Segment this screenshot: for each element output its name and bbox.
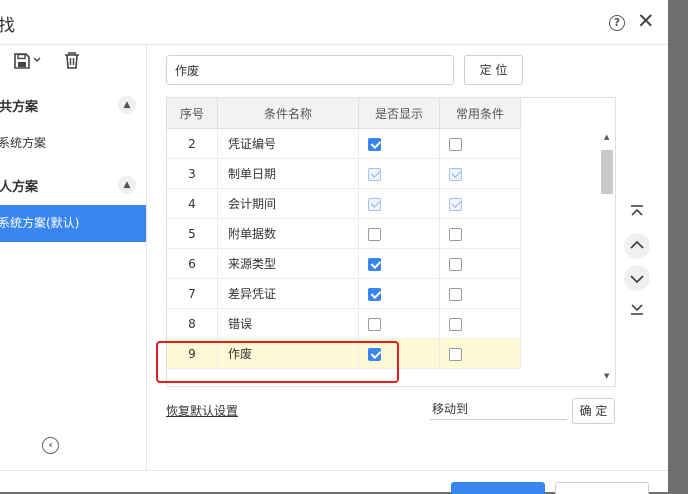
save-icon[interactable]	[14, 53, 30, 72]
scheme-item-label: 系统方案(默认)	[0, 216, 80, 230]
table-row[interactable]: 9 作废	[167, 338, 521, 369]
common-checkbox[interactable]	[449, 317, 462, 331]
show-cell	[358, 188, 440, 219]
footer-primary-button[interactable]	[451, 482, 545, 494]
scroll-down-icon[interactable]: ▼	[604, 372, 609, 380]
table-row[interactable]: 8 错误	[167, 308, 521, 339]
scheme-toolbar	[0, 45, 146, 79]
common-checkbox[interactable]	[449, 347, 462, 361]
common-cell	[439, 218, 521, 249]
common-checkbox[interactable]	[449, 287, 462, 301]
condition-grid: 序号 条件名称 是否显示 常用条件 2 凭证编号 3 制单日期 4 会计期间 5 附单据数 6 来…	[166, 97, 616, 387]
table-row[interactable]: 5 附单据数	[167, 218, 521, 249]
group-header-public[interactable]: 共方案 ▲	[0, 85, 146, 125]
common-cell	[439, 308, 521, 339]
show-cell	[358, 128, 440, 159]
show-cell	[358, 158, 440, 189]
table-row[interactable]: 6 来源类型	[167, 248, 521, 279]
column-header: 条件名称	[217, 98, 359, 129]
dialog-title: 找	[0, 16, 15, 36]
chevron-up-icon[interactable]: ▲	[118, 176, 136, 194]
table-row[interactable]: 3 制单日期	[167, 158, 521, 189]
scheme-item-system-default[interactable]: 系统方案(默认)	[0, 205, 146, 242]
footer-secondary-button[interactable]	[555, 482, 649, 494]
restore-default-link[interactable]: 恢复默认设置	[166, 402, 238, 419]
condition-name-cell: 凭证编号	[217, 128, 359, 159]
group-label: 共方案	[0, 100, 39, 115]
move-to-input[interactable]	[430, 398, 567, 420]
move-to-top-icon[interactable]	[624, 202, 650, 228]
chevron-down-icon[interactable]	[33, 54, 41, 67]
common-cell	[439, 278, 521, 309]
show-checkbox	[368, 197, 381, 211]
show-checkbox[interactable]	[368, 317, 381, 331]
table-row[interactable]: 4 会计期间	[167, 188, 521, 219]
common-checkbox[interactable]	[449, 257, 462, 271]
move-down-icon[interactable]	[624, 265, 650, 291]
condition-name-cell: 错误	[217, 308, 359, 339]
scroll-up-icon[interactable]: ▲	[604, 133, 609, 141]
row-index-cell: 8	[167, 308, 218, 339]
common-cell	[439, 158, 521, 189]
common-checkbox[interactable]	[449, 227, 462, 241]
column-header: 是否显示	[358, 98, 440, 129]
close-icon[interactable]: ✕	[637, 10, 655, 32]
scheme-item-system[interactable]: 系统方案	[0, 125, 146, 162]
common-checkbox	[449, 197, 462, 211]
chevron-left-circle-icon[interactable]: ‹	[42, 437, 59, 454]
scheme-dialog: 找 ? ✕ 共方案 ▲ 系统方案 人方案 ▲ 系统方案(默认) ‹ 作废 定 位…	[0, 0, 668, 494]
scrollbar-thumb[interactable]	[601, 150, 613, 194]
condition-name-cell: 附单据数	[217, 218, 359, 249]
grid-header-row: 序号 条件名称 是否显示 常用条件	[167, 98, 521, 129]
table-row[interactable]: 7 差异凭证	[167, 278, 521, 309]
group-label: 人方案	[0, 180, 39, 195]
common-cell	[439, 248, 521, 279]
row-index-cell: 3	[167, 158, 218, 189]
common-checkbox	[449, 167, 462, 181]
scheme-item-label: 系统方案	[0, 136, 47, 150]
show-checkbox	[368, 167, 381, 181]
show-checkbox[interactable]	[368, 347, 381, 361]
help-icon[interactable]: ?	[609, 15, 625, 31]
row-index-cell: 7	[167, 278, 218, 309]
condition-name-cell: 作废	[217, 338, 359, 369]
search-input[interactable]	[166, 55, 454, 85]
trash-icon[interactable]	[64, 52, 80, 72]
condition-name-cell: 来源类型	[217, 248, 359, 279]
show-cell	[358, 278, 440, 309]
condition-name-cell: 制单日期	[217, 158, 359, 189]
table-row[interactable]: 2 凭证编号	[167, 128, 521, 159]
column-header: 序号	[167, 98, 218, 129]
show-checkbox[interactable]	[368, 227, 381, 241]
common-cell	[439, 128, 521, 159]
chevron-up-icon[interactable]: ▲	[118, 96, 136, 114]
row-index-cell: 9	[167, 338, 218, 369]
show-cell	[358, 338, 440, 369]
row-index-cell: 4	[167, 188, 218, 219]
group-header-personal[interactable]: 人方案 ▲	[0, 165, 146, 205]
condition-name-cell: 会计期间	[217, 188, 359, 219]
show-cell	[358, 248, 440, 279]
confirm-button[interactable]: 确 定	[572, 398, 615, 424]
column-header: 常用条件	[439, 98, 521, 129]
move-up-icon[interactable]	[624, 233, 650, 259]
common-cell	[439, 188, 521, 219]
show-cell	[358, 218, 440, 249]
condition-name-cell: 差异凭证	[217, 278, 359, 309]
scheme-sidebar: 共方案 ▲ 系统方案 人方案 ▲ 系统方案(默认) ‹	[0, 45, 147, 491]
show-checkbox[interactable]	[368, 287, 381, 301]
locate-button[interactable]: 定 位	[464, 55, 523, 85]
row-index-cell: 5	[167, 218, 218, 249]
show-checkbox[interactable]	[368, 137, 381, 151]
move-to-bottom-icon[interactable]	[624, 300, 650, 326]
common-checkbox[interactable]	[449, 137, 462, 151]
show-cell	[358, 308, 440, 339]
row-index-cell: 6	[167, 248, 218, 279]
show-checkbox[interactable]	[368, 257, 381, 271]
common-cell	[439, 338, 521, 369]
dialog-titlebar: 找 ? ✕	[0, 0, 668, 45]
row-index-cell: 2	[167, 128, 218, 159]
